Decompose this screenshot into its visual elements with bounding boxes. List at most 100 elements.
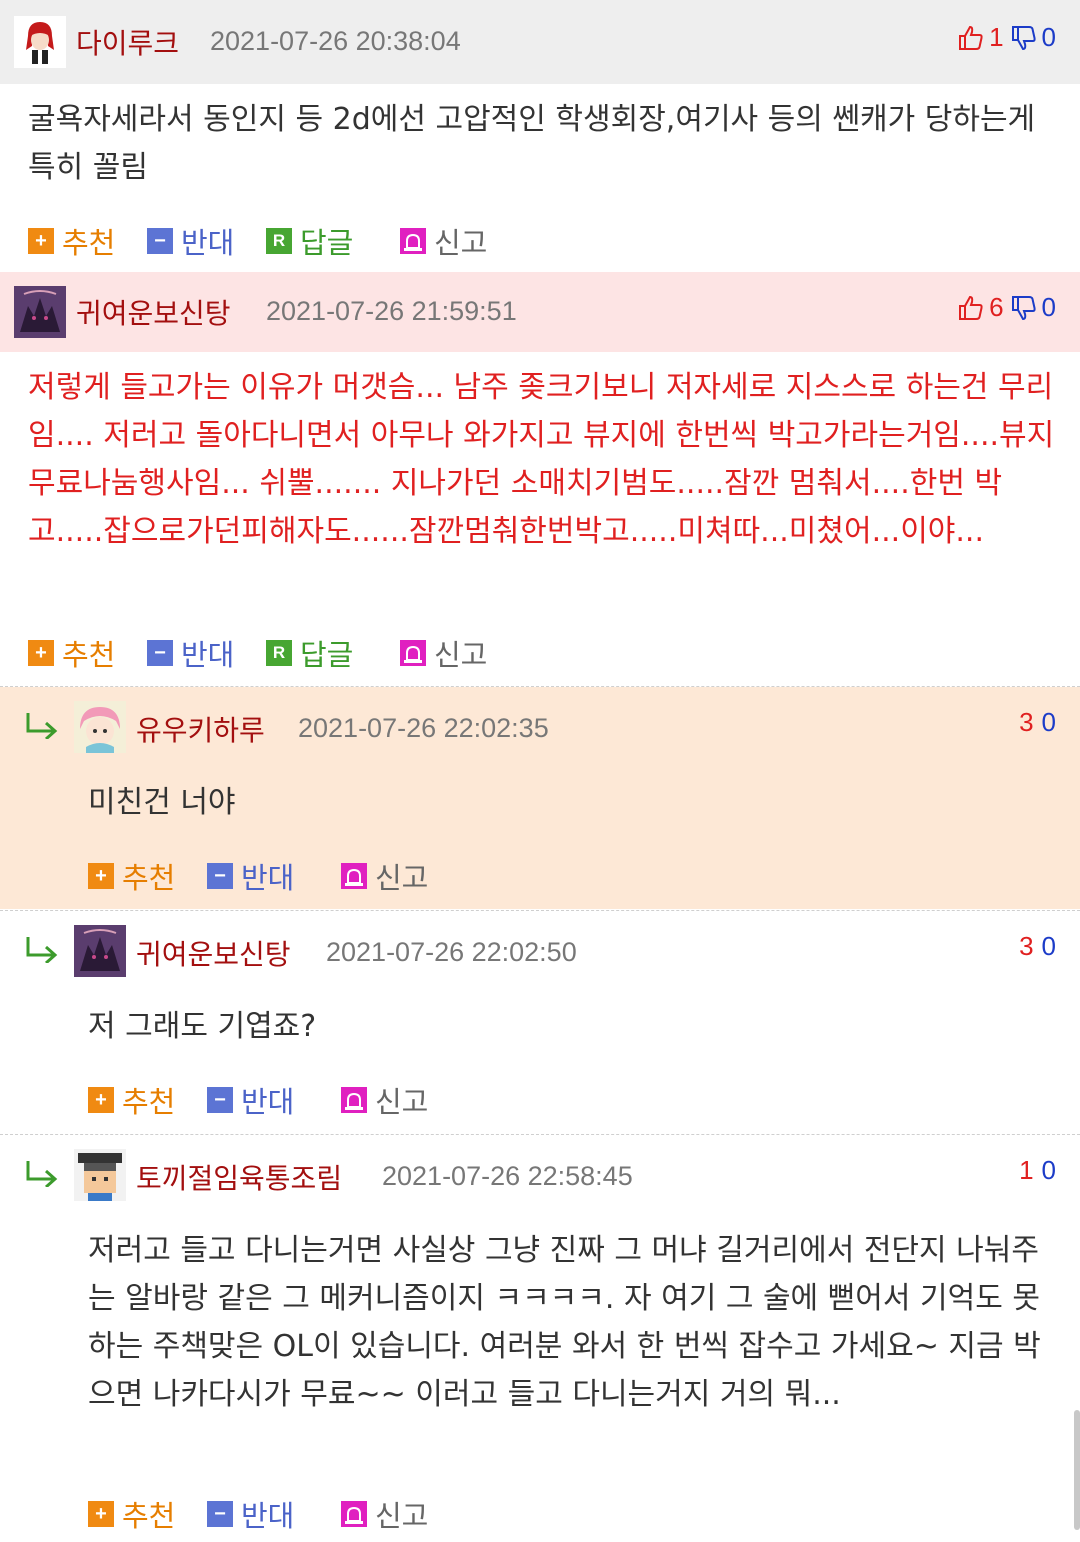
- oppose-button[interactable]: − 반대: [147, 220, 234, 262]
- report-button[interactable]: 신고: [400, 632, 487, 674]
- oppose-label: 반대: [241, 861, 295, 895]
- plus-icon: +: [88, 1087, 114, 1113]
- down-count: 0: [1041, 707, 1056, 737]
- report-button[interactable]: 신고: [341, 1493, 428, 1535]
- report-label: 신고: [375, 1085, 429, 1119]
- avatar[interactable]: [74, 925, 126, 977]
- up-count: 3: [1019, 707, 1034, 737]
- reply-arrow-icon: [24, 1157, 60, 1191]
- reply-icon: R: [266, 640, 292, 666]
- comment-header: 귀여운보신탕 2021-07-26 21:59:51 6 0: [0, 272, 1080, 352]
- minus-icon: −: [207, 1501, 233, 1527]
- scrollbar-thumb[interactable]: [1074, 1410, 1080, 1530]
- down-count: 0: [1041, 22, 1056, 52]
- report-label: 신고: [375, 1499, 429, 1533]
- oppose-button[interactable]: − 반대: [207, 1493, 294, 1535]
- up-count: 6: [989, 292, 1004, 322]
- comment-actions: + 추천 − 반대 신고: [0, 1493, 1080, 1533]
- comment-date: 2021-07-26 21:59:51: [266, 296, 517, 326]
- comment-4-reply: 귀여운보신탕 2021-07-26 22:02:50 3 0 저 그래도 기엽죠…: [0, 911, 1080, 1133]
- nickname[interactable]: 귀여운보신탕: [76, 292, 231, 332]
- plus-icon: +: [28, 228, 54, 254]
- siren-icon: [341, 1087, 367, 1113]
- vote-counts: 6 0: [957, 292, 1056, 323]
- nickname[interactable]: 토끼절임육통조림: [136, 1157, 342, 1197]
- avatar[interactable]: [74, 701, 126, 753]
- comment-actions: + 추천 − 반대 R 답글 신고: [0, 632, 1080, 672]
- thumbs-down-icon: [1010, 24, 1038, 52]
- comment-actions: + 추천 − 반대 신고: [0, 855, 1080, 895]
- siren-icon: [400, 640, 426, 666]
- reply-arrow-icon: [24, 933, 60, 967]
- vote-counts: 3 0: [1019, 707, 1056, 738]
- down-count: 0: [1041, 931, 1056, 961]
- oppose-button[interactable]: − 반대: [207, 855, 294, 897]
- thumbs-down-icon: [1010, 294, 1038, 322]
- thumbs-up-icon: [957, 294, 985, 322]
- oppose-label: 반대: [241, 1499, 295, 1533]
- thumbs-up-icon: [957, 24, 985, 52]
- up-count: 1: [1019, 1155, 1034, 1185]
- reply-button[interactable]: R 답글: [266, 220, 353, 262]
- avatar[interactable]: [14, 286, 66, 338]
- recommend-label: 추천: [122, 861, 176, 895]
- vote-counts: 3 0: [1019, 931, 1056, 962]
- report-button[interactable]: 신고: [341, 855, 428, 897]
- comment-text: 굴욕자세라서 동인지 등 2d에선 고압적인 학생회장,여기사 등의 쎈캐가 당…: [28, 102, 1036, 185]
- comment-date: 2021-07-26 22:02:35: [298, 713, 549, 743]
- report-button[interactable]: 신고: [400, 220, 487, 262]
- report-label: 신고: [434, 226, 488, 260]
- comment-date: 2021-07-26 22:02:50: [326, 937, 577, 967]
- oppose-button[interactable]: − 반대: [207, 1079, 294, 1121]
- reply-arrow-icon: [24, 709, 60, 743]
- minus-icon: −: [147, 228, 173, 254]
- avatar[interactable]: [74, 1149, 126, 1201]
- recommend-button[interactable]: + 추천: [88, 855, 175, 897]
- oppose-label: 반대: [181, 226, 235, 260]
- up-count: 3: [1019, 931, 1034, 961]
- nickname[interactable]: 다이루크: [76, 22, 179, 62]
- vote-counts: 1 0: [1019, 1155, 1056, 1186]
- minus-icon: −: [207, 1087, 233, 1113]
- plus-icon: +: [28, 640, 54, 666]
- nickname[interactable]: 귀여운보신탕: [136, 933, 291, 973]
- minus-icon: −: [147, 640, 173, 666]
- comment-date: 2021-07-26 20:38:04: [210, 26, 461, 56]
- comment-actions: + 추천 − 반대 R 답글 신고: [0, 220, 1080, 260]
- recommend-button[interactable]: + 추천: [28, 220, 115, 262]
- vote-counts: 1 0: [957, 22, 1056, 53]
- recommend-button[interactable]: + 추천: [88, 1493, 175, 1535]
- reply-icon: R: [266, 228, 292, 254]
- comment-text: 저 그래도 기엽죠?: [88, 1009, 317, 1044]
- comment-2: 귀여운보신탕 2021-07-26 21:59:51 6 0 저렇게 들고가는 …: [0, 272, 1080, 686]
- recommend-button[interactable]: + 추천: [88, 1079, 175, 1121]
- up-count: 1: [989, 22, 1004, 52]
- report-label: 신고: [434, 638, 488, 672]
- oppose-label: 반대: [241, 1085, 295, 1119]
- down-count: 0: [1041, 292, 1056, 322]
- siren-icon: [400, 228, 426, 254]
- comment-text: 저렇게 들고가는 이유가 머갯슴... 남주 좆크기보니 저자세로 지스스로 하…: [28, 370, 1055, 549]
- plus-icon: +: [88, 1501, 114, 1527]
- comment-text: 미친건 너야: [88, 785, 236, 820]
- recommend-label: 추천: [62, 226, 116, 260]
- comment-text: 저러고 들고 다니는거면 사실상 그냥 진짜 그 머냐 길거리에서 전단지 나눠…: [88, 1233, 1041, 1412]
- siren-icon: [341, 863, 367, 889]
- recommend-button[interactable]: + 추천: [28, 632, 115, 674]
- comment-date: 2021-07-26 22:58:45: [382, 1161, 633, 1191]
- oppose-label: 반대: [181, 638, 235, 672]
- comment-5-reply: 토끼절임육통조림 2021-07-26 22:58:45 1 0 저러고 들고 …: [0, 1135, 1080, 1542]
- report-button[interactable]: 신고: [341, 1079, 428, 1121]
- reply-button[interactable]: R 답글: [266, 632, 353, 674]
- avatar[interactable]: [14, 16, 66, 68]
- comment-actions: + 추천 − 반대 신고: [0, 1079, 1080, 1119]
- down-count: 0: [1041, 1155, 1056, 1185]
- recommend-label: 추천: [122, 1085, 176, 1119]
- nickname[interactable]: 유우키하루: [136, 709, 265, 749]
- comment-1: 다이루크 2021-07-26 20:38:04 1 0 굴욕자세라서 동인지 …: [0, 0, 1080, 272]
- comment-3-reply: 유우키하루 2021-07-26 22:02:35 3 0 미친건 너야 + 추천…: [0, 687, 1080, 909]
- oppose-button[interactable]: − 반대: [147, 632, 234, 674]
- reply-label: 답글: [300, 226, 354, 260]
- recommend-label: 추천: [122, 1499, 176, 1533]
- minus-icon: −: [207, 863, 233, 889]
